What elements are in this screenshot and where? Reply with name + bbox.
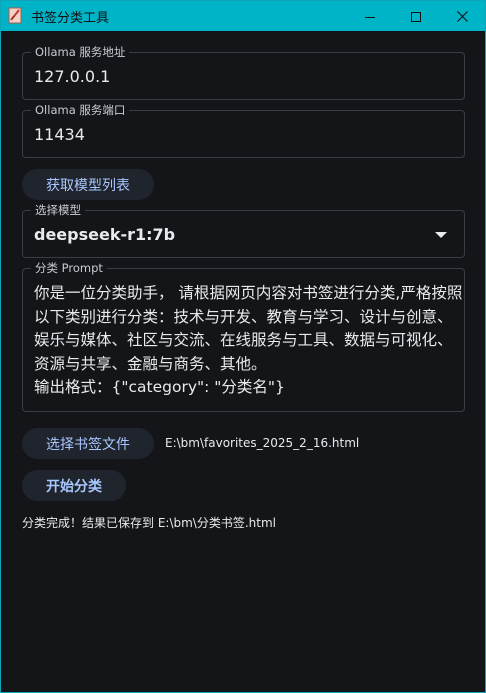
status-message: 分类完成！结果已保存到 E:\bm\分类书签.html <box>22 516 276 530</box>
close-icon <box>456 7 468 26</box>
minimize-icon <box>365 7 375 26</box>
title-bar[interactable]: 书签分类工具 <box>1 1 485 31</box>
fetch-models-button[interactable]: 获取模型列表 <box>22 169 154 200</box>
host-field[interactable]: Ollama 服务地址 127.0.0.1 <box>22 44 465 100</box>
dropdown-arrow-icon[interactable] <box>435 232 447 238</box>
port-field[interactable]: Ollama 服务端口 11434 <box>22 102 465 158</box>
app-window: 书签分类工具 Ollama 服务地址 127.0.0.1 Ollama 服务端口… <box>0 0 486 693</box>
selected-file-path: E:\bm\favorites_2025_2_16.html <box>165 436 360 450</box>
host-input[interactable]: 127.0.0.1 <box>34 67 110 86</box>
model-select[interactable]: 选择模型 deepseek-r1:7b <box>22 202 465 258</box>
maximize-button[interactable] <box>393 1 439 31</box>
prompt-field[interactable]: 分类 Prompt 你是一位分类助手， 请根据网页内容对书签进行分类,严格按照以… <box>22 260 466 412</box>
minimize-button[interactable] <box>347 1 393 31</box>
start-classify-button[interactable]: 开始分类 <box>22 470 126 501</box>
port-input[interactable]: 11434 <box>34 125 85 144</box>
app-feather-icon <box>8 7 23 24</box>
close-button[interactable] <box>439 1 485 31</box>
choose-file-button[interactable]: 选择书签文件 <box>22 428 154 459</box>
model-selected-value: deepseek-r1:7b <box>34 225 176 244</box>
main-content: Ollama 服务地址 127.0.0.1 Ollama 服务端口 11434 … <box>1 31 485 692</box>
window-title: 书签分类工具 <box>31 11 110 26</box>
prompt-field-label: 分类 Prompt <box>31 260 107 276</box>
maximize-icon <box>411 7 421 26</box>
host-field-label: Ollama 服务地址 <box>31 44 130 60</box>
model-select-label: 选择模型 <box>31 202 85 218</box>
port-field-label: Ollama 服务端口 <box>31 102 130 118</box>
prompt-textarea[interactable]: 你是一位分类助手， 请根据网页内容对书签进行分类,严格按照以下类别进行分类：技术… <box>34 282 466 400</box>
